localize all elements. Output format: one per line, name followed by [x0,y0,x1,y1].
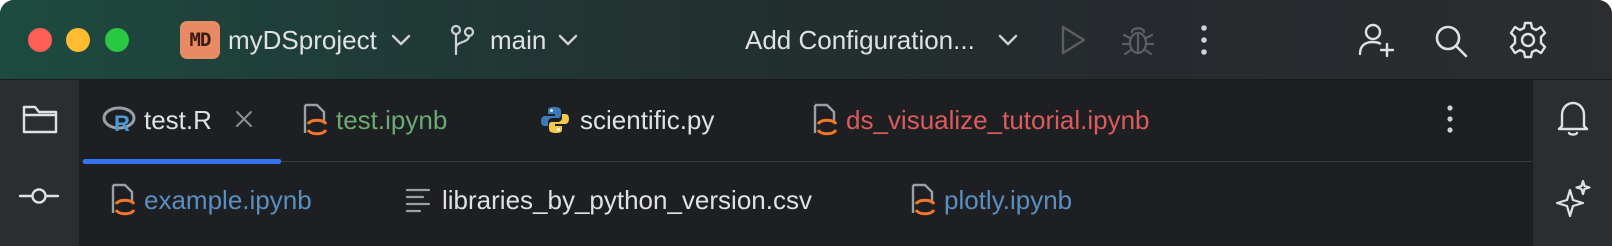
title-bar: MD myDSproject main Add Configuration... [0,0,1612,80]
active-tab-indicator [83,159,281,164]
tab-libraries-csv[interactable]: libraries_by_python_version.csv [402,180,832,220]
tab-label: plotly.ipynb [944,185,1073,215]
text-lines-icon [404,186,432,219]
gear-icon[interactable] [1508,20,1548,60]
add-user-icon[interactable] [1356,20,1396,60]
run-configuration-label: Add Configuration... [745,25,975,55]
right-tool-strip [1532,80,1612,246]
commit-icon[interactable] [18,185,60,207]
python-icon [540,105,570,140]
jupyter-notebook-icon [108,183,138,222]
r-lang-icon: R [102,104,138,141]
tab-label: test.ipynb [336,105,448,135]
search-icon[interactable] [1432,22,1470,60]
branch-name: main [490,25,547,55]
project-name: myDSproject [228,25,377,55]
jupyter-notebook-icon [908,183,938,222]
run-play-icon[interactable] [1058,24,1088,56]
left-tool-strip [0,80,80,246]
chevron-down-icon [389,30,413,50]
jupyter-notebook-icon [300,103,330,142]
chevron-down-icon [996,30,1020,50]
tab-label: test.R [144,105,212,135]
tab-plotly-ipynb[interactable]: plotly.ipynb [906,180,1106,220]
svg-text:R: R [114,111,130,136]
tab-test-r[interactable]: R test.R [100,100,260,140]
window-close-button[interactable] [28,28,52,52]
ide-window: MD myDSproject main Add Configuration... [0,0,1612,246]
tab-options-more-vertical-icon[interactable] [1440,102,1460,136]
tab-label: libraries_by_python_version.csv [442,185,812,215]
ai-assistant-sparkle-icon[interactable] [1555,178,1593,218]
close-icon[interactable] [234,109,254,134]
git-branch-icon [447,23,477,57]
chevron-down-icon [556,30,580,50]
debug-bug-icon[interactable] [1121,22,1155,58]
project-badge: MD [180,21,220,59]
notifications-bell-icon[interactable] [1555,98,1591,138]
tab-example-ipynb[interactable]: example.ipynb [106,180,326,220]
folder-icon[interactable] [21,102,59,136]
tab-test-ipynb[interactable]: test.ipynb [298,100,478,140]
more-vertical-icon[interactable] [1194,22,1214,58]
window-maximize-button[interactable] [105,28,129,52]
tab-label: example.ipynb [144,185,312,215]
tab-scientific-py[interactable]: scientific.py [538,100,738,140]
tab-ds-visualize-tutorial-ipynb[interactable]: ds_visualize_tutorial.ipynb [808,100,1168,140]
tab-label: scientific.py [580,105,715,135]
window-minimize-button[interactable] [66,28,90,52]
tab-label: ds_visualize_tutorial.ipynb [846,105,1150,135]
tab-row-divider [81,161,1532,162]
jupyter-notebook-icon [810,103,840,142]
